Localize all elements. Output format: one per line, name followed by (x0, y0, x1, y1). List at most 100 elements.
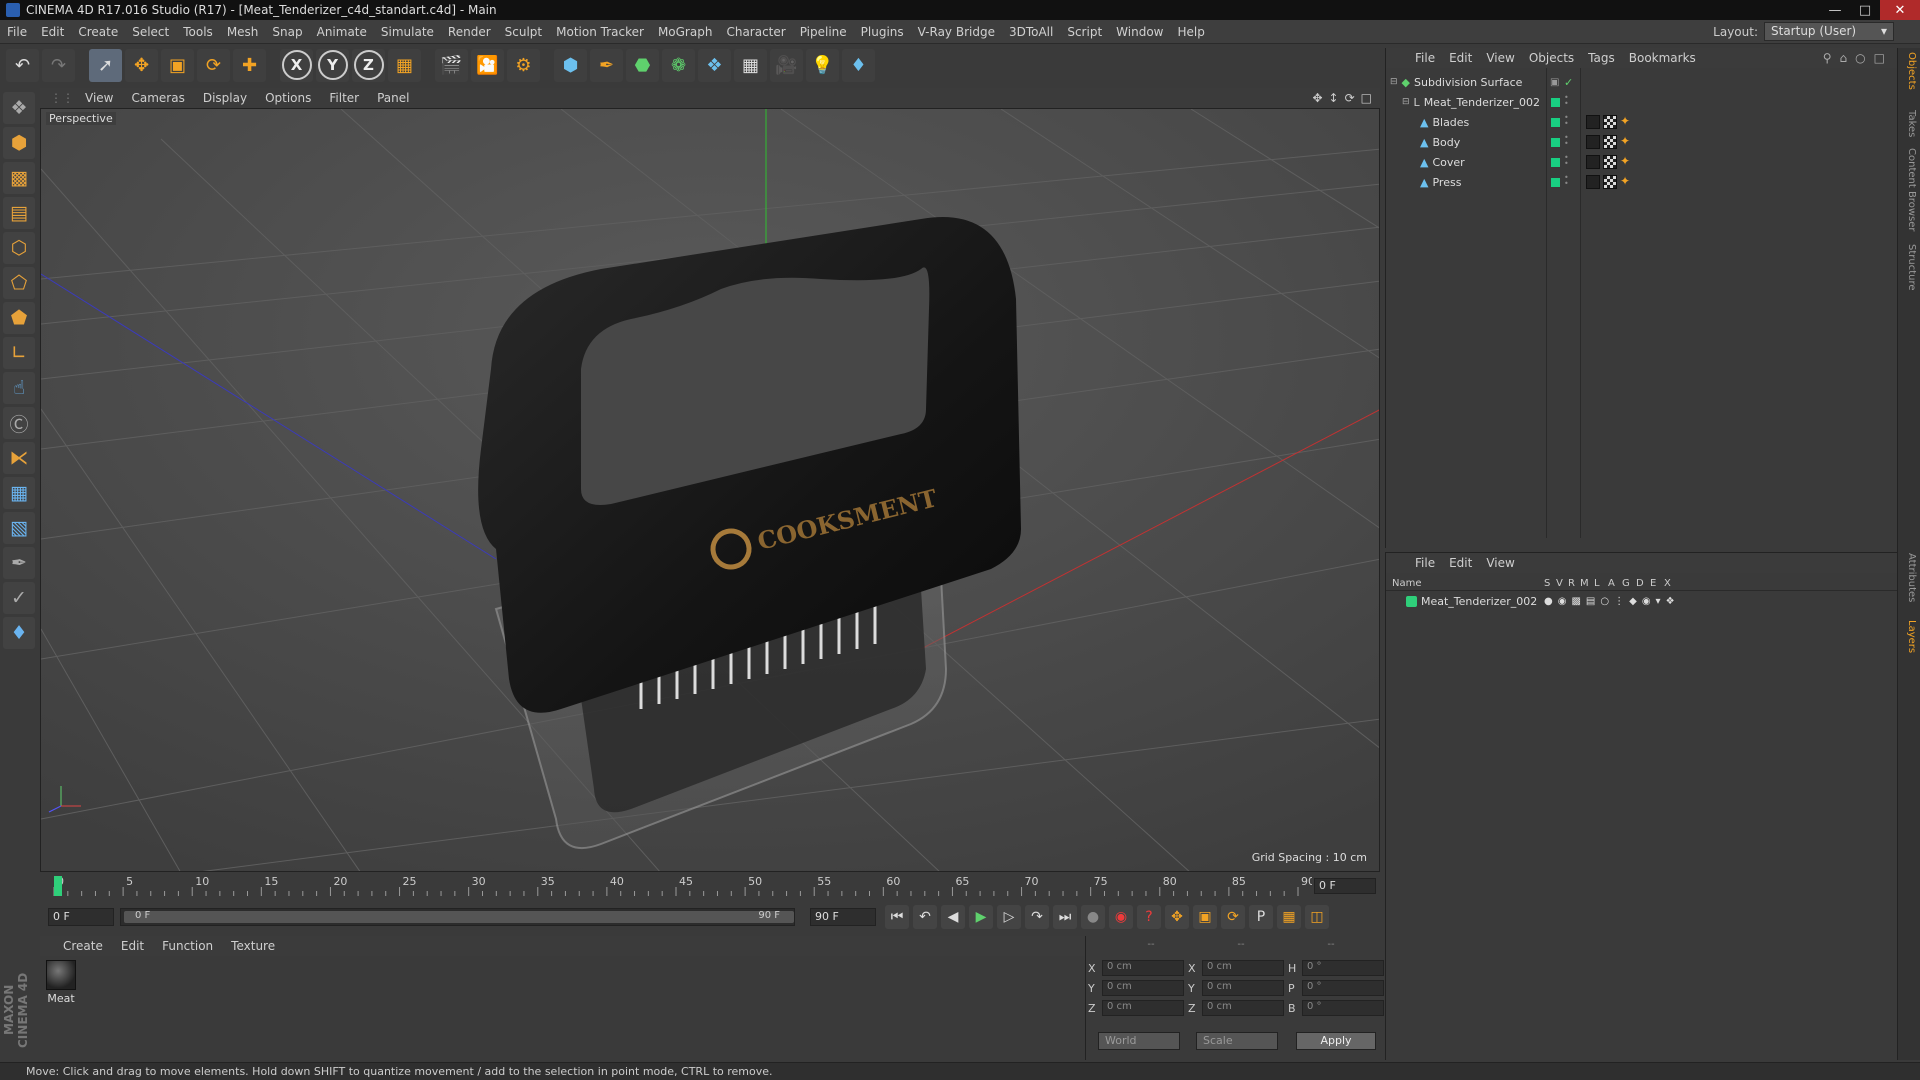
sculpt-brush-icon[interactable]: ✒ (3, 547, 35, 579)
solo-toggle-icon[interactable]: ● (1544, 596, 1553, 607)
workplane-lock-icon[interactable]: ▦ (3, 477, 35, 509)
uvw-tag-icon[interactable] (1603, 115, 1617, 129)
menu-window[interactable]: Window (1109, 25, 1170, 39)
deformer-icon[interactable]: ❖ (698, 48, 731, 82)
playhead[interactable] (54, 876, 62, 896)
edges-mode-icon[interactable]: ⬠ (3, 267, 35, 299)
objects-menu-edit[interactable]: Edit (1442, 51, 1479, 65)
viewport-menu-options[interactable]: Options (256, 91, 320, 105)
position-z-field[interactable]: 0 cm (1102, 1000, 1184, 1016)
workplane-mode-icon[interactable]: ▤ (3, 197, 35, 229)
size-y-field[interactable]: 0 cm (1202, 980, 1284, 996)
menu-pipeline[interactable]: Pipeline (793, 25, 854, 39)
record-keys-icon[interactable]: ● (1081, 905, 1105, 929)
menu-character[interactable]: Character (719, 25, 792, 39)
menu-select[interactable]: Select (125, 25, 176, 39)
collapse-icon[interactable]: ⊟ (1390, 77, 1398, 87)
key-pla-icon[interactable]: ▦ (1277, 905, 1301, 929)
visibility-dots-icon[interactable]: • • (1564, 134, 1569, 148)
cube-object-icon[interactable]: ⬢ (554, 48, 587, 82)
solo-mode-icon[interactable]: Ⓒ (3, 407, 35, 439)
expression-toggle-icon[interactable]: ▾ (1656, 596, 1661, 607)
scale-tool-icon[interactable]: ▣ (161, 48, 194, 82)
points-mode-icon[interactable]: ⬡ (3, 232, 35, 264)
side-tab-takes[interactable]: Takes (1902, 110, 1917, 137)
menu-render[interactable]: Render (441, 25, 498, 39)
material-item[interactable]: Meat (43, 960, 79, 1005)
select-arrow-icon[interactable]: ➚ (89, 48, 122, 82)
tree-row-body[interactable]: ▲ Body • • ✦ (1386, 132, 1898, 152)
menu-animate[interactable]: Animate (310, 25, 374, 39)
menu-simulate[interactable]: Simulate (374, 25, 441, 39)
uvw-tag-icon[interactable] (1603, 155, 1617, 169)
tweak-mode-icon[interactable]: ☝ (3, 372, 35, 404)
uvw-tag-icon[interactable] (1603, 175, 1617, 189)
viewport-menu-panel[interactable]: Panel (368, 91, 418, 105)
minimize-icon[interactable]: — (1820, 0, 1850, 20)
render-toggle-icon[interactable]: ▩ (1571, 596, 1580, 607)
material-tag-icon[interactable] (1586, 135, 1600, 149)
xref-toggle-icon[interactable]: ❖ (1666, 596, 1675, 607)
undo-icon[interactable]: ↶ (6, 48, 39, 82)
material-tag-icon[interactable] (1586, 155, 1600, 169)
side-tab-content-browser[interactable]: Content Browser (1902, 148, 1917, 231)
python-script-icon[interactable]: ♦ (3, 617, 35, 649)
side-tab-layers[interactable]: Layers (1902, 620, 1917, 653)
layer-color-icon[interactable] (1551, 177, 1560, 187)
rotation-b-field[interactable]: 0 ° (1302, 1000, 1384, 1016)
current-frame-field[interactable]: 0 F (1314, 878, 1376, 894)
material-tag-icon[interactable] (1586, 115, 1600, 129)
preview-range-fill[interactable] (124, 911, 794, 923)
side-tab-attributes[interactable]: Attributes (1902, 553, 1917, 602)
visibility-dots-icon[interactable]: • • (1564, 174, 1569, 188)
apply-button[interactable]: Apply (1296, 1032, 1376, 1050)
end-frame-field[interactable]: 90 F (810, 908, 876, 926)
side-tab-structure[interactable]: Structure (1902, 244, 1917, 291)
go-to-start-icon[interactable]: ⏮ (885, 905, 909, 929)
material-menu-edit[interactable]: Edit (112, 939, 153, 953)
tree-row-cover[interactable]: ▲ Cover • • ✦ (1386, 152, 1898, 172)
uvw-tag-icon[interactable] (1603, 135, 1617, 149)
prev-frame-icon[interactable]: ◀ (941, 905, 965, 929)
magnet-snap-icon[interactable]: ⧔ (3, 442, 35, 474)
menu-mesh[interactable]: Mesh (220, 25, 266, 39)
render-picture-viewer-icon[interactable]: 🎦 (471, 48, 504, 82)
model-mode-icon[interactable]: ⬢ (3, 127, 35, 159)
coordinate-system-icon[interactable]: ▦ (388, 48, 421, 82)
array-mograph-icon[interactable]: ❁ (662, 48, 695, 82)
timeline-ruler[interactable]: 051015202530354045505560657075808590 (50, 874, 1312, 898)
lock-icon[interactable]: ○ (1855, 51, 1865, 65)
python-icon[interactable]: ♦ (842, 48, 875, 82)
layers-menu-edit[interactable]: Edit (1442, 556, 1479, 570)
viewport-menu-cameras[interactable]: Cameras (122, 91, 193, 105)
menu-file[interactable]: File (0, 25, 34, 39)
maximize-icon[interactable]: □ (1850, 0, 1880, 20)
y-axis-lock-icon[interactable]: Y (316, 48, 349, 82)
phong-tag-icon[interactable]: ✦ (1620, 175, 1634, 189)
menu-motion-tracker[interactable]: Motion Tracker (549, 25, 651, 39)
key-position-icon[interactable]: ✥ (1165, 905, 1189, 929)
visibility-dots-icon[interactable]: • • (1564, 94, 1569, 108)
z-axis-lock-icon[interactable]: Z (352, 48, 385, 82)
play-icon[interactable]: ▶ (969, 905, 993, 929)
x-axis-lock-icon[interactable]: X (280, 48, 313, 82)
visibility-dots-icon[interactable]: • • (1564, 114, 1569, 128)
menu-sculpt[interactable]: Sculpt (498, 25, 549, 39)
tree-row-blades[interactable]: ▲ Blades • • ✦ (1386, 112, 1898, 132)
tree-row-meat-tenderizer[interactable]: ⊟ L Meat_Tenderizer_002 • • (1386, 92, 1898, 112)
objects-menu-bookmarks[interactable]: Bookmarks (1622, 51, 1703, 65)
rotate-tool-icon[interactable]: ⟳ (197, 48, 230, 82)
objects-menu-view[interactable]: View (1479, 51, 1521, 65)
close-icon[interactable]: ✕ (1880, 0, 1920, 20)
layer-color-icon[interactable] (1551, 117, 1560, 127)
material-tag-icon[interactable] (1586, 175, 1600, 189)
menu-tools[interactable]: Tools (176, 25, 220, 39)
render-view-icon[interactable]: 🎬 (435, 48, 468, 82)
orbit-icon[interactable]: ⟳ (1345, 91, 1355, 105)
layer-color-icon[interactable] (1551, 157, 1560, 167)
start-frame-field[interactable]: 0 F (48, 908, 114, 926)
enabled-toggle-icon[interactable]: ▣ (1550, 77, 1559, 88)
collapse-icon[interactable]: ⊟ (1402, 97, 1410, 107)
layout-dropdown[interactable]: Startup (User) ▾ (1764, 22, 1894, 41)
layers-menu-file[interactable]: File (1408, 556, 1442, 570)
